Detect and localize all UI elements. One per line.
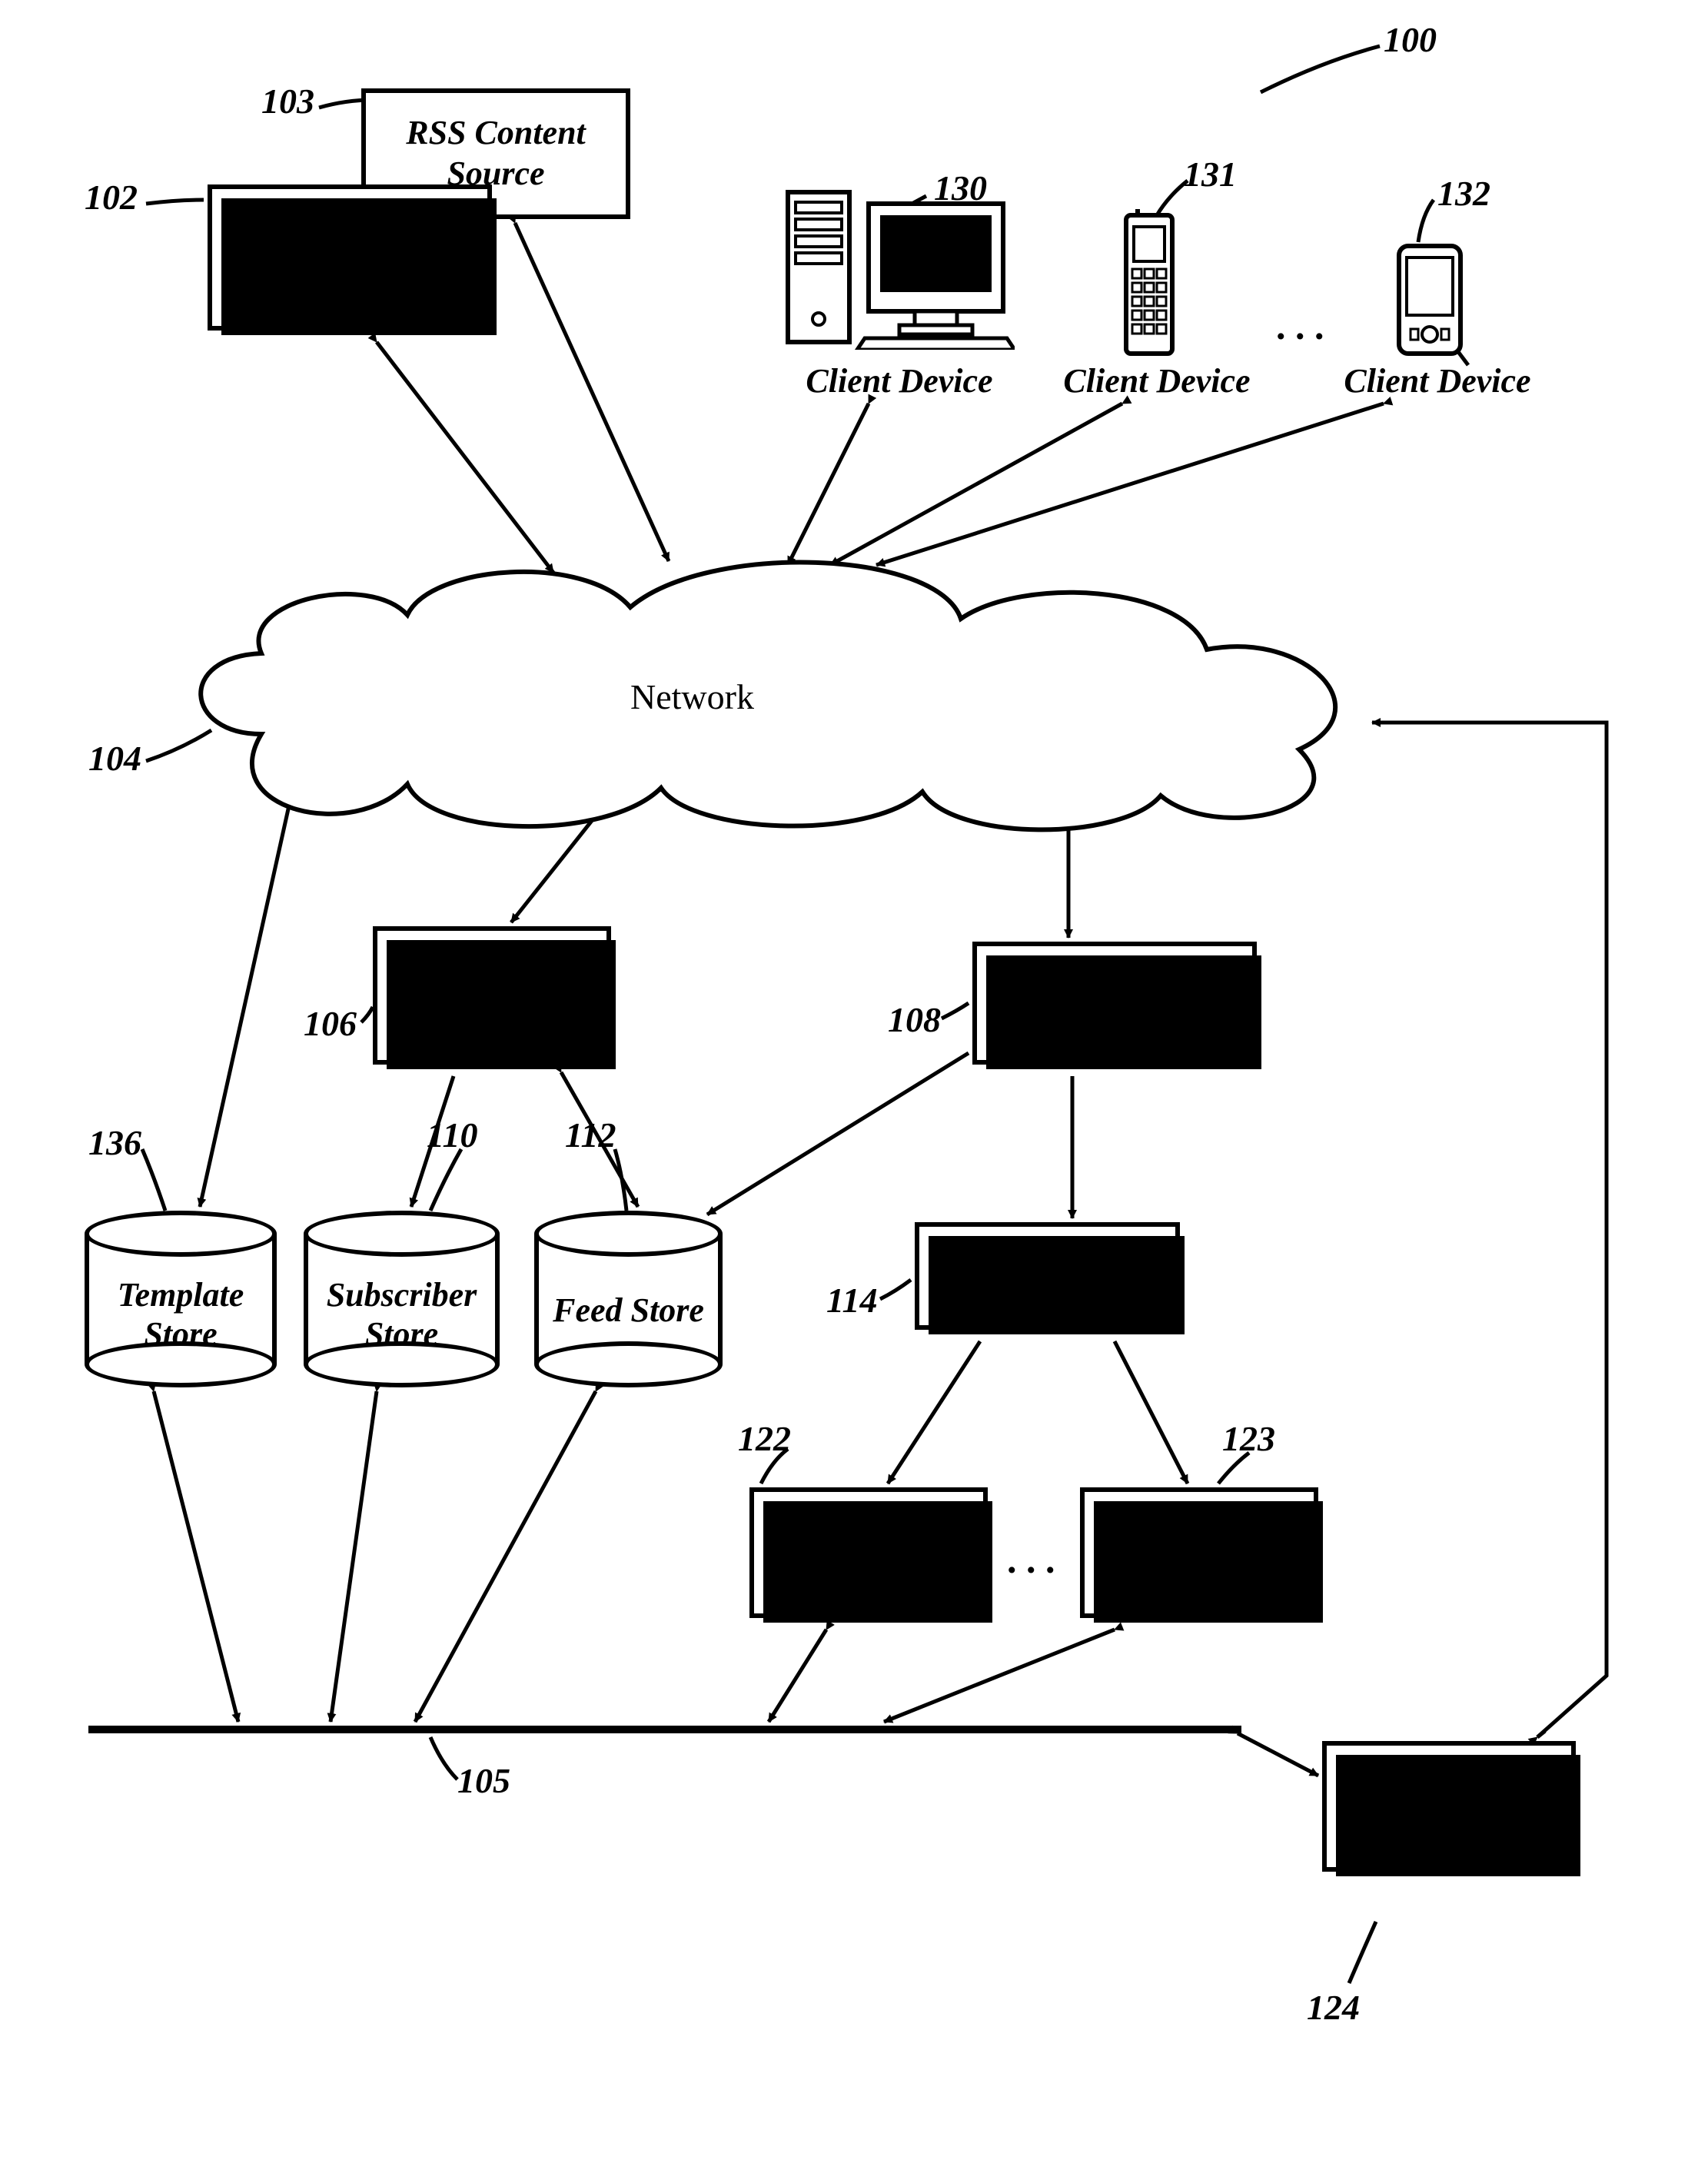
rss-content-source-a-label: RSS Content Source xyxy=(218,217,481,298)
ref-110: 110 xyxy=(427,1115,477,1155)
ref-114: 114 xyxy=(826,1280,877,1321)
ref-112: 112 xyxy=(565,1115,616,1155)
ref-102: 102 xyxy=(85,177,138,218)
client-device-pc-label: Client Device xyxy=(784,361,1015,400)
feed-store-label: Feed Store xyxy=(534,1291,723,1331)
client-device-phone-label: Client Device xyxy=(1042,361,1272,400)
rss-delivery-server: RSS Delivery Server xyxy=(1322,1741,1576,1872)
network-cloud xyxy=(154,557,1384,838)
subscription-server-label: Subscription Server xyxy=(384,955,600,1036)
rss-content-source-b-label: RSS Content Source xyxy=(372,113,620,194)
ref-136: 136 xyxy=(88,1122,141,1163)
ref-132: 132 xyxy=(1437,173,1490,214)
collection-server: Collection Server xyxy=(972,942,1257,1065)
client-device-ellipsis: . . . xyxy=(1276,304,1324,348)
ref-103: 103 xyxy=(261,81,314,121)
subscription-server: Subscription Server xyxy=(373,926,611,1065)
load-balancer-label: Load Balancer xyxy=(943,1256,1151,1297)
match-server-ellipsis: . . . xyxy=(1007,1537,1055,1582)
feed-store: Feed Store xyxy=(534,1211,723,1387)
ref-124: 124 xyxy=(1307,1987,1360,2028)
rss-content-source-a: RSS Content Source xyxy=(208,184,492,331)
client-device-pda-label: Client Device xyxy=(1322,361,1553,400)
match-server-1-label: Match Server xyxy=(774,1533,963,1573)
ref-108: 108 xyxy=(888,999,941,1040)
match-server-1: Match Server xyxy=(749,1487,988,1618)
ref-105: 105 xyxy=(457,1760,510,1801)
collection-server-label: Collection Server xyxy=(994,983,1235,1024)
template-store: Template Store xyxy=(85,1211,277,1387)
ref-106: 106 xyxy=(304,1003,357,1044)
ref-130: 130 xyxy=(934,168,987,208)
subscriber-store-label: Subscriber Store xyxy=(304,1276,500,1354)
bus xyxy=(88,1726,1241,1733)
load-balancer: Load Balancer xyxy=(915,1222,1180,1330)
ref-122: 122 xyxy=(738,1418,791,1459)
client-device-pc xyxy=(784,188,1015,354)
rss-delivery-server-label: RSS Delivery Server xyxy=(1333,1766,1565,1847)
match-server-2: Match Server xyxy=(1080,1487,1318,1618)
client-device-pda xyxy=(1384,238,1476,373)
network-label: Network xyxy=(630,676,754,717)
client-device-phone xyxy=(1107,208,1191,365)
ref-131: 131 xyxy=(1184,154,1237,194)
ref-123: 123 xyxy=(1222,1418,1275,1459)
ref-104: 104 xyxy=(88,738,141,779)
template-store-label: Template Store xyxy=(85,1276,277,1354)
ref-100: 100 xyxy=(1384,19,1437,60)
subscriber-store: Subscriber Store xyxy=(304,1211,500,1387)
match-server-2-label: Match Server xyxy=(1105,1533,1294,1573)
